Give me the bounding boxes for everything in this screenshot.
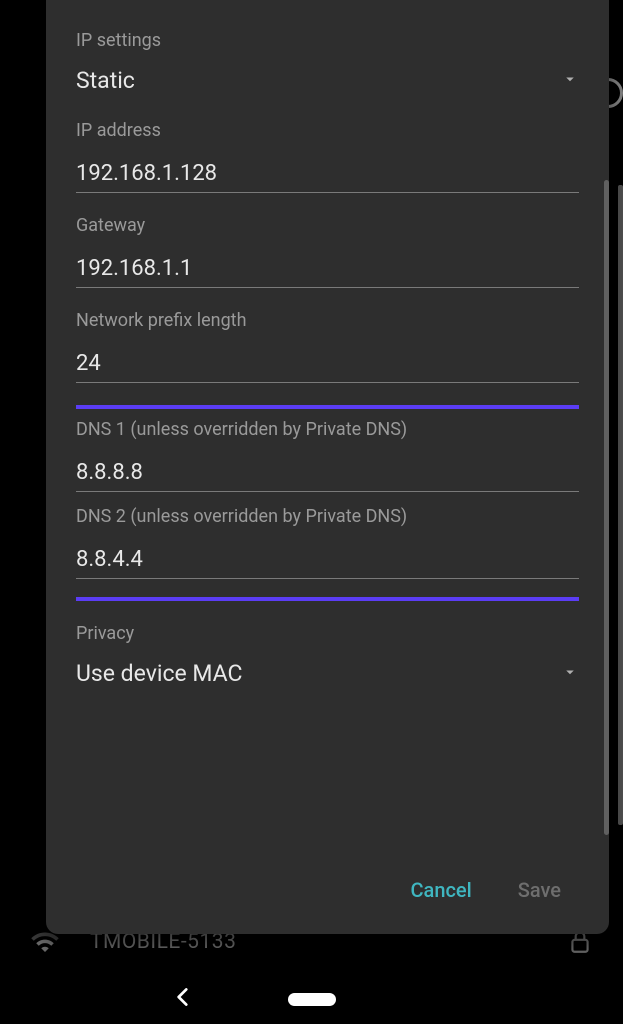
dns1-label: DNS 1 (unless overridden by Private DNS) (76, 419, 579, 440)
prefix-field: Network prefix length 24 (76, 310, 579, 383)
privacy-field: Privacy Use device MAC (76, 623, 579, 691)
dns2-field: DNS 2 (unless overridden by Private DNS)… (76, 506, 579, 579)
privacy-value: Use device MAC (76, 660, 243, 687)
ip-settings-dropdown[interactable]: Static (76, 65, 579, 98)
system-nav-bar (0, 974, 623, 1024)
cancel-button[interactable]: Cancel (403, 870, 480, 910)
ip-address-input[interactable]: 192.168.1.128 (76, 155, 579, 193)
gateway-input[interactable]: 192.168.1.1 (76, 250, 579, 288)
privacy-dropdown[interactable]: Use device MAC (76, 658, 579, 691)
dns-highlight-box: DNS 1 (unless overridden by Private DNS)… (76, 405, 579, 601)
ip-address-field: IP address 192.168.1.128 (76, 120, 579, 193)
chevron-down-icon (561, 70, 579, 92)
prefix-input[interactable]: 24 (76, 345, 579, 383)
network-settings-dialog: IP settings Static IP address 192.168.1.… (46, 0, 609, 934)
dialog-scrollbar[interactable] (604, 180, 609, 835)
dns1-input[interactable]: 8.8.8.8 (76, 454, 579, 492)
dns2-input[interactable]: 8.8.4.4 (76, 541, 579, 579)
back-icon[interactable] (170, 984, 196, 1014)
privacy-label: Privacy (76, 623, 579, 644)
save-button[interactable]: Save (510, 870, 569, 910)
ip-settings-field: IP settings Static (76, 30, 579, 98)
bg-scrollbar (618, 185, 623, 825)
ip-address-label: IP address (76, 120, 579, 141)
home-pill[interactable] (288, 993, 336, 1006)
ip-settings-label: IP settings (76, 30, 579, 51)
dialog-actions: Cancel Save (76, 856, 579, 924)
gateway-field: Gateway 192.168.1.1 (76, 215, 579, 288)
prefix-label: Network prefix length (76, 310, 579, 331)
ip-settings-value: Static (76, 67, 135, 94)
gateway-label: Gateway (76, 215, 579, 236)
dns1-field: DNS 1 (unless overridden by Private DNS)… (76, 419, 579, 492)
chevron-down-icon (561, 663, 579, 685)
dns2-label: DNS 2 (unless overridden by Private DNS) (76, 506, 579, 527)
